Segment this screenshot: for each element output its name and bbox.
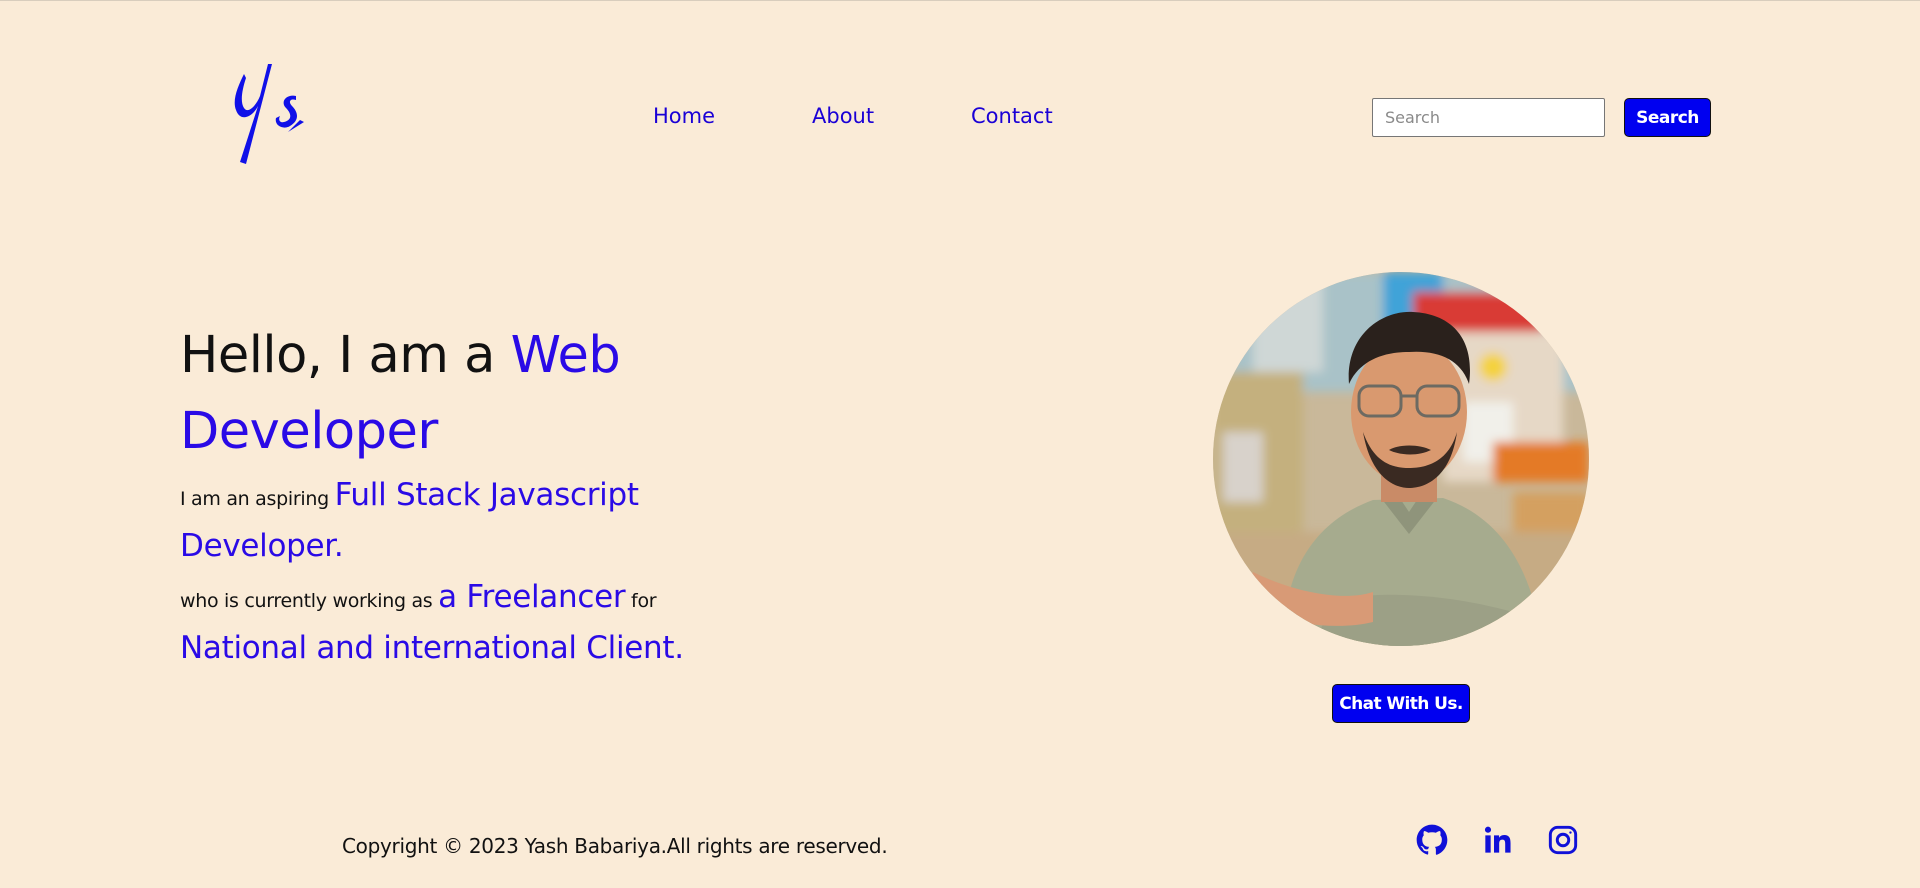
hero-line3-highlight: a Freelancer [438, 579, 626, 615]
hero-line-freelancer: who is currently working as a Freelancer… [180, 574, 740, 676]
hero-heading-highlight-web: Web [510, 326, 621, 385]
hero-line2-prefix: I am an aspiring [180, 488, 335, 510]
hero-heading-highlight-developer: Developer [180, 402, 438, 461]
hero-intro: Hello, I am a Web Developer I am an aspir… [180, 318, 740, 676]
profile-photo [1213, 272, 1589, 646]
hero-line3-prefix: who is currently working as [180, 590, 439, 612]
nav-home[interactable]: Home [653, 104, 715, 128]
hero-heading: Hello, I am a Web Developer [180, 318, 740, 470]
copyright-text: Copyright © 2023 Yash Babariya.All right… [342, 834, 888, 858]
logo-mark [234, 64, 304, 164]
search-input[interactable] [1372, 98, 1605, 137]
top-border [0, 0, 1920, 1]
chat-with-us-button[interactable]: Chat With Us. [1332, 684, 1470, 723]
hero-line3-mid: for [625, 590, 657, 612]
linkedin-icon[interactable] [1482, 824, 1514, 856]
hero-line3-highlight-2: National and international Client. [180, 630, 684, 666]
nav-contact[interactable]: Contact [971, 104, 1053, 128]
logo[interactable] [226, 56, 326, 168]
instagram-icon[interactable] [1547, 824, 1579, 856]
nav-about[interactable]: About [812, 104, 874, 128]
github-icon[interactable] [1416, 824, 1448, 856]
hero-heading-prefix: Hello, I am a [180, 326, 511, 385]
search-button[interactable]: Search [1624, 98, 1711, 137]
hero-line-aspiring: I am an aspiring Full Stack Javascript D… [180, 472, 740, 574]
